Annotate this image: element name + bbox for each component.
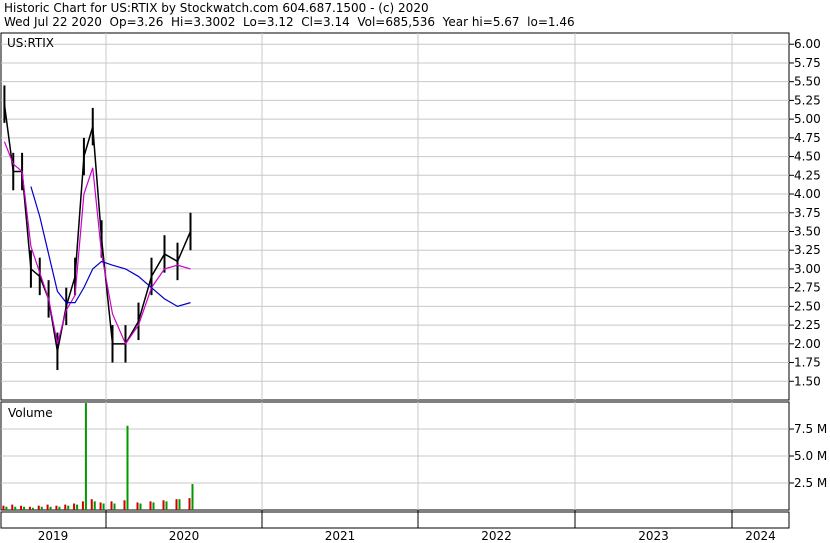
price-chart-title: US:RTIX [7, 36, 54, 50]
volume-bar [90, 499, 93, 510]
price-tick-label: 4.00 [794, 187, 821, 201]
volume-bar [110, 501, 113, 510]
volume-bar [136, 502, 139, 510]
volume-bar [162, 500, 165, 510]
volume-bar [58, 506, 61, 510]
year-label: 2022 [481, 529, 512, 543]
volume-bar [93, 501, 96, 510]
volume-bar [188, 498, 191, 510]
price-y-axis: 6.00 5.75 5.50 5.25 5.00 4.75 4.50 4.25 4.00 3.75… [789, 37, 821, 388]
volume-bar [67, 505, 70, 510]
volume-bar [152, 502, 155, 510]
time-axis-band [0, 511, 790, 529]
price-tick-label: 5.00 [794, 112, 821, 126]
price-tick-label: 3.50 [794, 224, 821, 238]
volume-y-axis: 7.5 M 5.0 M 2.5 M [789, 422, 827, 490]
volume-tick-label: 7.5 M [794, 422, 827, 436]
price-tick-label: 1.50 [794, 374, 821, 388]
price-tick-label: 5.50 [794, 75, 821, 89]
price-tick-label: 2.00 [794, 337, 821, 351]
year-label: 2019 [38, 529, 69, 543]
volume-bar [28, 506, 31, 510]
volume-bar [20, 505, 23, 510]
volume-bar [81, 501, 84, 510]
volume-bar [49, 506, 52, 510]
price-panel [0, 32, 790, 401]
volume-bar [55, 505, 58, 510]
volume-bar [139, 503, 142, 510]
price-tick-label: 3.75 [794, 206, 821, 220]
year-label: 2020 [169, 529, 200, 543]
volume-bar [37, 505, 40, 510]
price-tick-label: 2.50 [794, 299, 821, 313]
price-tick-label: 3.00 [794, 262, 821, 276]
price-tick-label: 3.25 [794, 243, 821, 257]
volume-bar [178, 499, 181, 510]
volume-bar [165, 501, 168, 510]
price-tick-label: 4.50 [794, 150, 821, 164]
price-tick-label: 2.75 [794, 281, 821, 295]
volume-bar [113, 503, 116, 510]
volume-bar [76, 504, 79, 510]
year-label: 2024 [745, 529, 776, 543]
year-label: 2021 [325, 529, 356, 543]
volume-bar [40, 506, 43, 510]
volume-bar [14, 506, 17, 510]
stock-chart: US:RTIX 6.00 5.75 5.50 5.25 5.00 4.75 4.50 4.25… [0, 32, 827, 543]
volume-bar [73, 503, 76, 510]
price-tick-label: 1.75 [794, 356, 821, 370]
volume-bar [149, 501, 152, 510]
price-tick-label: 5.75 [794, 56, 821, 70]
volume-bar [191, 484, 194, 510]
volume-bar [31, 507, 34, 510]
price-tick-label: 2.25 [794, 318, 821, 332]
volume-bar [46, 504, 49, 510]
volume-bar [102, 503, 105, 510]
volume-bar [99, 502, 102, 510]
volume-bar [175, 499, 178, 510]
price-tick-label: 4.25 [794, 168, 821, 182]
volume-bar [126, 425, 129, 510]
volume-bar [11, 504, 14, 510]
volume-bar [23, 506, 26, 510]
price-tick-label: 5.25 [794, 93, 821, 107]
volume-bar [84, 403, 87, 510]
volume-bar [64, 504, 67, 510]
price-tick-label: 6.00 [794, 37, 821, 51]
volume-bar [123, 500, 126, 510]
year-label: 2023 [638, 529, 669, 543]
price-tick-label: 4.75 [794, 131, 821, 145]
volume-panel-title: Volume [8, 406, 53, 420]
volume-tick-label: 5.0 M [794, 449, 827, 463]
volume-bar [5, 506, 8, 510]
volume-bar [2, 505, 5, 510]
volume-tick-label: 2.5 M [794, 476, 827, 490]
